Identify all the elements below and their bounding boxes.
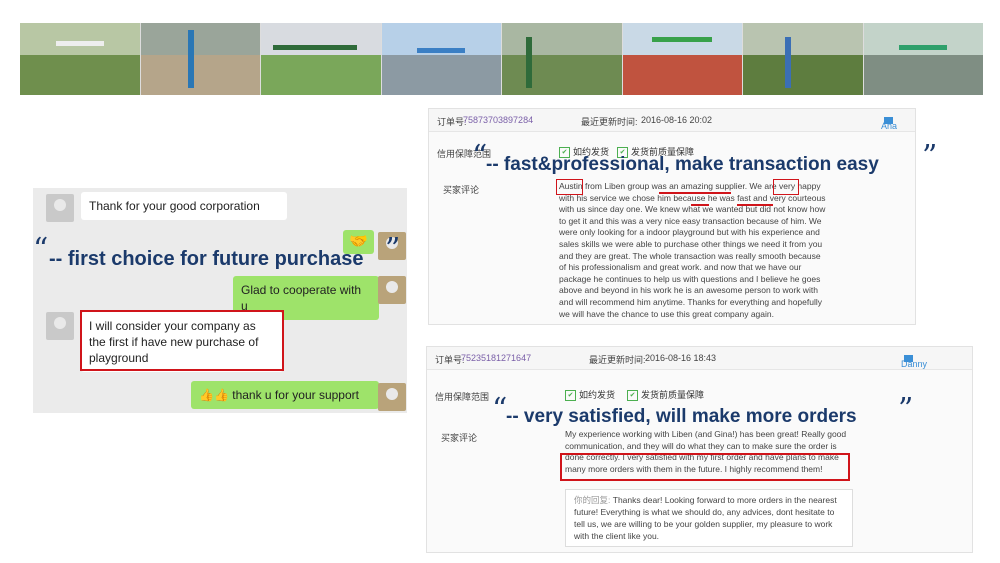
highlight-underline xyxy=(659,192,731,194)
close-quote-mark: ” xyxy=(898,392,914,427)
chat-screenshot: Thank for your good corporation 🤝 Glad t… xyxy=(33,188,407,413)
customer-avatar xyxy=(46,194,74,222)
seller-reply: 你的回复: Thanks dear! Looking forward to mo… xyxy=(565,489,853,547)
highlight-underline xyxy=(737,204,773,206)
highlight-box xyxy=(556,179,583,195)
review-panel-2: 订单号: 75235181271647 最近更新时间: 2016-08-16 1… xyxy=(426,346,973,553)
customer-avatar xyxy=(46,312,74,340)
chat-message-support-text: thank u for your support xyxy=(232,388,359,402)
highlight-box xyxy=(773,179,799,195)
seller-avatar xyxy=(378,383,406,411)
order-number[interactable]: 75235181271647 xyxy=(461,353,531,363)
thumbs-up-emoji: 👍👍 xyxy=(199,388,229,402)
review-header: 订单号: 75873703897284 最近更新时间: 2016-08-16 2… xyxy=(429,109,915,132)
reply-text: Thanks dear! Looking forward to more ord… xyxy=(574,495,837,541)
buyer-name-text: Danny xyxy=(901,359,928,369)
updated-label: 最近更新时间: xyxy=(581,117,638,127)
photo-fitness-2 xyxy=(140,23,260,95)
seller-avatar xyxy=(378,276,406,304)
review-panel-1: 订单号: 75873703897284 最近更新时间: 2016-08-16 2… xyxy=(428,108,916,325)
buyer-review-label: 买家评论 xyxy=(443,185,480,195)
review-header: 订单号: 75235181271647 最近更新时间: 2016-08-16 1… xyxy=(427,347,972,370)
buyer-name[interactable]: Ana xyxy=(881,115,897,131)
buyer-name-text: Ana xyxy=(881,121,898,131)
photo-fitness-8 xyxy=(863,23,983,95)
buyer-review-label: 买家评论 xyxy=(441,433,478,443)
quote-very-satisfied: -- very satisfied, will make more orders xyxy=(506,406,857,427)
tag-quality-assurance: 发货前质量保障 xyxy=(627,388,704,401)
photo-fitness-5 xyxy=(502,23,622,95)
highlight-underline xyxy=(691,204,709,206)
photo-fitness-4 xyxy=(381,23,501,95)
photo-fitness-6 xyxy=(622,23,742,95)
quote-fast-professional: -- fast&professional, make transaction e… xyxy=(486,154,879,175)
order-number[interactable]: 75873703897284 xyxy=(463,115,533,125)
chat-message-support: 👍👍 thank u for your support xyxy=(191,381,379,409)
photo-fitness-3 xyxy=(261,23,381,95)
highlight-box xyxy=(560,453,850,481)
review-text: Austin from Liben group was an amazing s… xyxy=(559,181,826,319)
photo-banner xyxy=(20,23,983,95)
photo-fitness-7 xyxy=(743,23,863,95)
open-quote-mark: “ xyxy=(33,232,49,267)
updated-time: 2016-08-16 18:43 xyxy=(645,353,717,363)
quote-first-choice: -- first choice for future purchase xyxy=(49,248,364,270)
buyer-name[interactable]: Danny xyxy=(901,353,927,369)
tag-on-time-delivery: 如约发货 xyxy=(565,388,615,401)
highlight-box xyxy=(80,310,284,371)
close-quote-mark: ” xyxy=(385,232,401,267)
guarantee-label: 信用保障范围 xyxy=(435,392,490,402)
photo-playground-1 xyxy=(20,23,140,95)
updated-time: 2016-08-16 20:02 xyxy=(641,115,713,125)
updated-label: 最近更新时间: xyxy=(589,355,646,365)
close-quote-mark: ” xyxy=(922,139,938,174)
reply-label: 你的回复: xyxy=(574,495,611,505)
chat-message-thanks: Thank for your good corporation xyxy=(81,192,287,220)
